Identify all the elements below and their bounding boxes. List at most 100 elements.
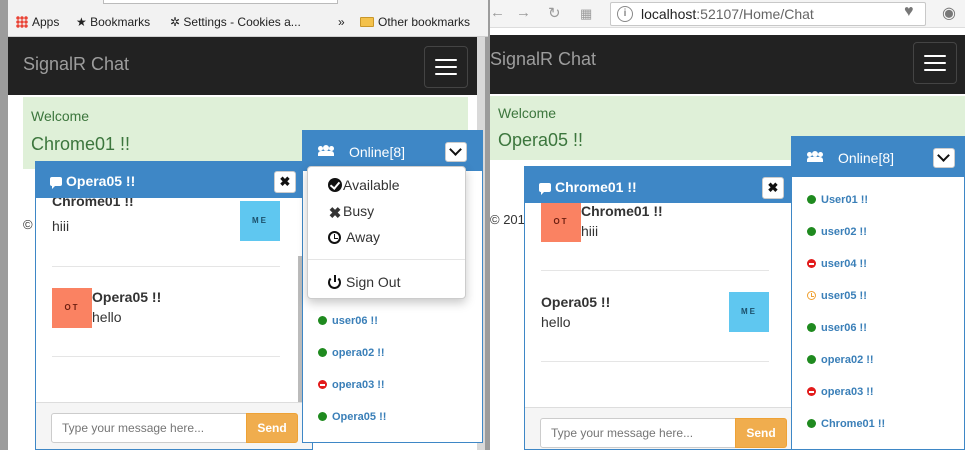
available-status-icon xyxy=(807,195,816,204)
message-text: hiii xyxy=(581,223,599,239)
online-user-item[interactable]: opera02 !! xyxy=(807,354,874,366)
footer-copyright: © 201 xyxy=(490,212,525,227)
navbar-toggle-button[interactable] xyxy=(913,42,957,84)
opera-window: ← → ↻ ▦ i localhost:52107/Home/Chat ♥ ◉ … xyxy=(490,0,965,450)
bookmark-settings-cookies[interactable]: ✲ Settings - Cookies a... xyxy=(170,15,301,29)
chat-footer: Send xyxy=(525,407,791,449)
message-input[interactable] xyxy=(51,413,247,443)
available-status-icon xyxy=(807,419,816,428)
current-user-name: Chrome01 !! xyxy=(31,134,131,154)
online-user-item[interactable]: user02 !! xyxy=(807,226,867,238)
message-divider xyxy=(52,266,280,267)
comment-icon xyxy=(50,177,62,189)
chat-window: Chrome01 !! ✖ OT Chrome01 !! hiii Opera0… xyxy=(524,166,792,450)
power-icon xyxy=(328,275,341,289)
close-chat-button[interactable]: ✖ xyxy=(274,171,296,193)
chat-header: Chrome01 !! ✖ xyxy=(525,167,791,203)
message-author: Chrome01 !! xyxy=(581,203,663,219)
speed-dial-grid-icon[interactable]: ▦ xyxy=(580,6,592,22)
available-status-icon xyxy=(807,355,816,364)
online-panel-header: Online[8] xyxy=(303,131,482,171)
available-status-icon xyxy=(318,316,327,325)
status-available-option[interactable]: Available xyxy=(328,177,400,193)
message-text: hello xyxy=(92,309,122,325)
online-user-item[interactable]: Opera05 !! xyxy=(318,411,386,423)
bookmarks-overflow-chevron[interactable]: » xyxy=(338,15,345,29)
navbar: SignalR Chat xyxy=(8,37,485,95)
x-icon: ✖ xyxy=(328,205,342,222)
status-dropdown-toggle[interactable] xyxy=(445,142,467,162)
status-busy-option[interactable]: ✖ Busy xyxy=(328,203,374,221)
status-dropdown-toggle[interactable] xyxy=(933,148,955,168)
clock-icon xyxy=(328,231,341,244)
chat-title: Chrome01 !! xyxy=(555,179,637,195)
available-status-icon xyxy=(318,348,327,357)
forward-arrow-icon[interactable]: → xyxy=(516,4,531,21)
online-count-title: Online[8] xyxy=(838,150,895,166)
online-user-item[interactable]: user05 !! xyxy=(807,290,867,302)
close-chat-button[interactable]: ✖ xyxy=(762,177,784,199)
account-icon[interactable]: ◉ xyxy=(942,3,956,23)
send-button[interactable]: Send xyxy=(246,413,298,443)
check-circle-icon xyxy=(328,178,342,192)
site-info-icon: i xyxy=(617,6,633,22)
heart-icon[interactable]: ♥ xyxy=(904,3,914,21)
chat-header: Opera05 !! ✖ xyxy=(36,162,312,198)
folder-icon xyxy=(360,17,374,27)
online-user-item[interactable]: opera03 !! xyxy=(318,379,385,391)
message-list[interactable]: OT Chrome01 !! hiii Opera05 !! hello ME xyxy=(525,203,791,408)
online-user-item[interactable]: user06 !! xyxy=(807,322,867,334)
online-user-item[interactable]: User01 !! xyxy=(807,194,868,206)
message-list[interactable]: Chrome01 !! hiii ME OT Opera05 !! hello xyxy=(36,198,312,403)
available-status-icon xyxy=(318,412,327,421)
avatar: OT xyxy=(52,288,92,328)
online-user-item[interactable]: user04 !! xyxy=(807,258,867,270)
welcome-label: Welcome xyxy=(31,108,90,124)
welcome-label: Welcome xyxy=(498,105,557,121)
navbar-toggle-button[interactable] xyxy=(424,46,468,88)
message-text: hiii xyxy=(52,218,70,234)
bookmarks-bar: Apps ★ Bookmarks ✲ Settings - Cookies a.… xyxy=(8,8,488,37)
avatar: ME xyxy=(729,292,769,332)
busy-status-icon xyxy=(807,259,816,268)
message-divider xyxy=(541,361,769,362)
send-button[interactable]: Send xyxy=(735,418,787,448)
online-user-item[interactable]: user06 !! xyxy=(318,315,378,327)
url-field[interactable]: i localhost:52107/Home/Chat xyxy=(610,2,926,26)
online-user-item[interactable]: opera02 !! xyxy=(318,347,385,359)
current-user-name: Opera05 !! xyxy=(498,130,584,150)
sign-out-option[interactable]: Sign Out xyxy=(328,274,400,290)
available-status-icon xyxy=(807,227,816,236)
message-author: Chrome01 !! xyxy=(52,198,134,209)
users-icon xyxy=(807,151,823,162)
message-input[interactable] xyxy=(540,418,736,448)
online-count-title: Online[8] xyxy=(349,144,406,160)
message-divider xyxy=(541,270,769,271)
message-author: Opera05 !! xyxy=(541,294,611,310)
chrome-window: Apps ★ Bookmarks ✲ Settings - Cookies a.… xyxy=(0,0,490,450)
chat-window: Opera05 !! ✖ Chrome01 !! hiii ME OT Oper… xyxy=(35,161,313,450)
avatar: ME xyxy=(240,201,280,241)
chrome-address-bar-edge xyxy=(8,0,488,8)
message-text: hello xyxy=(541,314,571,330)
online-user-item[interactable]: Chrome01 !! xyxy=(807,418,885,430)
reload-icon[interactable]: ↻ xyxy=(548,4,561,22)
apps-grid-icon xyxy=(16,16,28,28)
online-user-item[interactable]: opera03 !! xyxy=(807,386,874,398)
status-away-option[interactable]: Away xyxy=(328,229,380,245)
status-dropdown-menu: Available ✖ Busy Away Sign Out xyxy=(307,166,466,299)
brand-link[interactable]: SignalR Chat xyxy=(490,49,596,70)
star-icon: ★ xyxy=(76,15,91,29)
footer-copyright: © xyxy=(23,217,33,232)
menu-divider xyxy=(308,259,465,260)
brand-link[interactable]: SignalR Chat xyxy=(23,54,129,75)
online-users-panel: Online[8] User01 !! user02 !! user04 !! … xyxy=(791,136,965,450)
bookmark-bookmarks[interactable]: ★ Bookmarks xyxy=(76,15,150,29)
bookmark-apps[interactable]: Apps xyxy=(16,15,59,29)
avatar: OT xyxy=(541,203,581,242)
chat-footer: Send xyxy=(36,402,312,449)
back-arrow-icon[interactable]: ← xyxy=(490,4,505,21)
users-icon xyxy=(318,145,334,156)
gear-icon: ✲ xyxy=(170,15,184,29)
bookmark-other[interactable]: Other bookmarks xyxy=(360,15,470,29)
